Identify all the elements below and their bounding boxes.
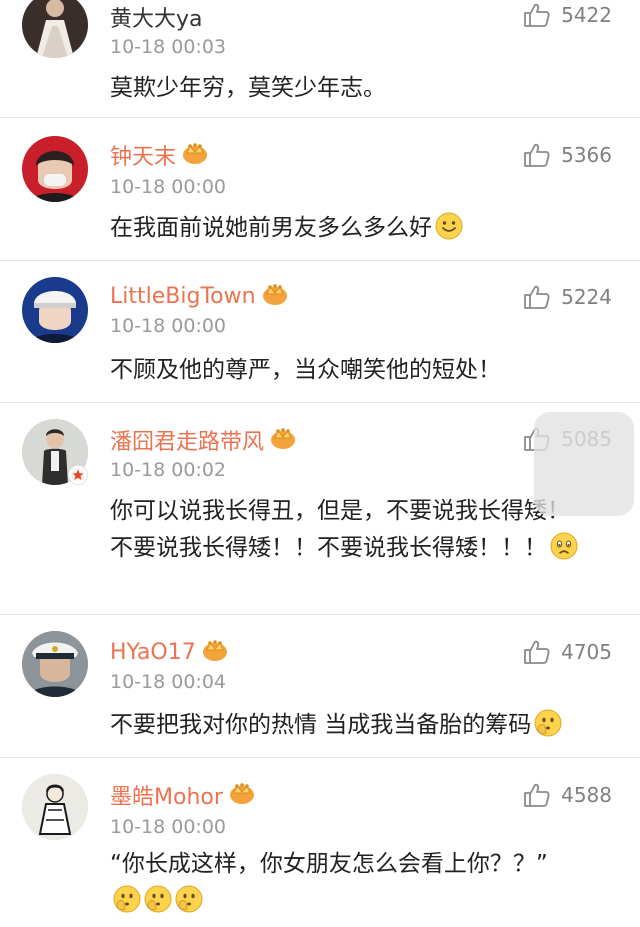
- comment-item: HYaO17 10-18 00:04 4705 不要把我对你的热情 当成我当备胎…: [0, 615, 640, 758]
- thumbs-up-icon: [523, 141, 551, 169]
- comment-item: 墨皓Mohor 10-18 00:00 4588 “你长成这样，你女朋友怎么会看…: [0, 758, 640, 927]
- comment-text: 你可以说我长得丑，但是，不要说我长得矮！不要说我长得矮！！不要说我长得矮！！！: [110, 493, 580, 567]
- username[interactable]: 墨皓Mohor: [110, 779, 223, 811]
- like-button[interactable]: 4588: [523, 780, 612, 810]
- like-count: 5422: [561, 3, 612, 27]
- comment-text-content: 不顾及他的尊严，当众嘲笑他的短处！: [110, 357, 501, 383]
- name-row: 钟天末: [110, 138, 208, 172]
- username[interactable]: 黄大大ya: [110, 1, 203, 33]
- comment-time: 10-18 00:02: [110, 459, 227, 481]
- crown-icon: [229, 781, 255, 809]
- username[interactable]: 钟天末: [110, 139, 176, 171]
- comment-text: “你长成这样，你女朋友怎么会看上你？？”: [110, 846, 570, 920]
- comment-list: 黄大大ya 10-18 00:03 5422 莫欺少年穷，莫笑少年志。 钟天末 …: [0, 0, 640, 927]
- like-button[interactable]: 5224: [523, 282, 612, 312]
- user-avatar[interactable]: [22, 774, 88, 840]
- username[interactable]: HYaO17: [110, 640, 196, 665]
- comment-text: 不顾及他的尊严，当众嘲笑他的短处！: [110, 352, 590, 389]
- thinking-emoji: [534, 709, 562, 737]
- like-count: 4588: [561, 783, 612, 807]
- comment-time: 10-18 00:00: [110, 315, 227, 337]
- comment-time: 10-18 00:00: [110, 176, 227, 198]
- thumbs-up-icon: [523, 781, 551, 809]
- sad-emoji: [550, 532, 578, 560]
- comment-time: 10-18 00:00: [110, 816, 227, 838]
- like-count: 5366: [561, 143, 612, 167]
- user-avatar[interactable]: [22, 0, 88, 58]
- thumbs-up-icon: [523, 283, 551, 311]
- comment-time: 10-18 00:04: [110, 671, 227, 693]
- comment-text: 在我面前说她前男友多么多么好: [110, 210, 590, 247]
- comment-item: 钟天末 10-18 00:00 5366 在我面前说她前男友多么多么好: [0, 118, 640, 261]
- comment-text-content: 在我面前说她前男友多么多么好: [110, 215, 432, 241]
- user-avatar[interactable]: [22, 277, 88, 343]
- comment-text: 不要把我对你的热情 当成我当备胎的筹码: [110, 707, 625, 744]
- crown-icon: [202, 638, 228, 666]
- username[interactable]: 潘囧君走路带风: [110, 424, 264, 456]
- comment-item: LittleBigTown 10-18 00:00 5224 不顾及他的尊严，当…: [0, 261, 640, 403]
- comment-text-content: “你长成这样，你女朋友怎么会看上你？？”: [110, 851, 548, 877]
- comment-text-content: 你可以说我长得丑，但是，不要说我长得矮！不要说我长得矮！！不要说我长得矮！！！: [110, 498, 570, 561]
- verified-badge: [68, 465, 88, 485]
- thinking-emoji: [144, 885, 172, 913]
- comment-text-content: 莫欺少年穷，莫笑少年志。: [110, 75, 386, 101]
- name-row: HYaO17: [110, 635, 228, 669]
- crown-icon: [262, 282, 288, 310]
- name-row: LittleBigTown: [110, 279, 288, 313]
- comment-text-content: 不要把我对你的热情 当成我当备胎的筹码: [110, 712, 532, 738]
- name-row: 墨皓Mohor: [110, 778, 255, 812]
- comment-time: 10-18 00:03: [110, 36, 227, 58]
- user-avatar[interactable]: [22, 631, 88, 697]
- smile-emoji: [435, 212, 463, 240]
- floating-touch-button[interactable]: [534, 412, 634, 516]
- user-avatar[interactable]: [22, 136, 88, 202]
- thumbs-up-icon: [523, 638, 551, 666]
- thinking-emoji: [175, 885, 203, 913]
- thinking-emoji: [113, 885, 141, 913]
- like-button[interactable]: 4705: [523, 637, 612, 667]
- name-row: 潘囧君走路带风: [110, 423, 296, 457]
- crown-icon: [270, 426, 296, 454]
- like-count: 5224: [561, 285, 612, 309]
- comment-item: 黄大大ya 10-18 00:03 5422 莫欺少年穷，莫笑少年志。: [0, 0, 640, 118]
- thumbs-up-icon: [523, 1, 551, 29]
- username[interactable]: LittleBigTown: [110, 284, 256, 309]
- crown-icon: [182, 141, 208, 169]
- name-row: 黄大大ya: [110, 0, 203, 34]
- like-button[interactable]: 5366: [523, 140, 612, 170]
- comment-text: 莫欺少年穷，莫笑少年志。: [110, 70, 590, 107]
- like-button[interactable]: 5422: [523, 0, 612, 30]
- like-count: 4705: [561, 640, 612, 664]
